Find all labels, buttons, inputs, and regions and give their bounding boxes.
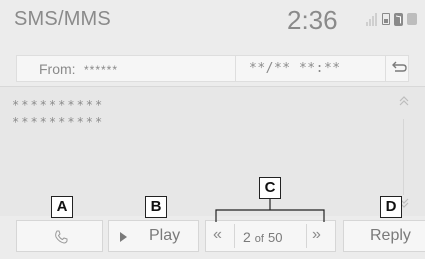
chevron-up-icon <box>399 96 409 106</box>
current-page: 2 <box>243 229 251 245</box>
callout-a: A <box>51 196 73 218</box>
from-cell: From: ****** <box>17 56 236 81</box>
divider <box>234 224 235 248</box>
call-button[interactable] <box>16 220 103 252</box>
date-cell: **/** **:** <box>237 56 386 81</box>
signal-icon <box>366 12 378 26</box>
from-label: From: <box>39 61 76 77</box>
header-bar: SMS/MMS 2:36 <box>0 0 425 45</box>
callout-d: D <box>380 196 402 218</box>
reply-button[interactable]: Reply <box>343 220 425 252</box>
sms-mms-screen: SMS/MMS 2:36 From: ****** **/** **:** **… <box>0 0 425 259</box>
play-label: Play <box>149 227 181 244</box>
play-icon <box>120 232 127 242</box>
phone-icon <box>55 230 68 244</box>
message-pager: « 2 of 50 » <box>205 220 336 252</box>
message-header-row: From: ****** **/** **:** <box>16 55 409 82</box>
bluetooth-icon <box>394 12 403 26</box>
scroll-up-button[interactable] <box>397 95 411 109</box>
of-label: of <box>254 233 264 245</box>
page-indicator: 2 of 50 <box>243 229 282 245</box>
play-button[interactable]: Play <box>108 220 199 252</box>
previous-message-button[interactable]: « <box>213 226 222 244</box>
reply-label: Reply <box>370 227 411 244</box>
next-message-button[interactable]: » <box>312 226 321 244</box>
battery-icon <box>382 13 390 25</box>
back-button[interactable] <box>387 56 409 81</box>
menu-icon <box>407 13 417 25</box>
date-time-value: **/** **:** <box>249 61 341 76</box>
divider <box>306 224 307 248</box>
callout-c: C <box>259 177 281 199</box>
clock: 2:36 <box>287 5 338 35</box>
total-pages: 50 <box>267 230 283 245</box>
message-line: ********** <box>12 115 105 129</box>
sender-value: ****** <box>84 63 119 77</box>
scrollbar-track[interactable] <box>403 119 404 195</box>
app-title: SMS/MMS <box>14 8 111 30</box>
status-icons <box>366 11 417 27</box>
callout-b: B <box>145 196 167 218</box>
callout-bracket <box>215 198 325 222</box>
message-line: ********** <box>12 98 105 112</box>
back-arrow-icon <box>392 61 407 72</box>
